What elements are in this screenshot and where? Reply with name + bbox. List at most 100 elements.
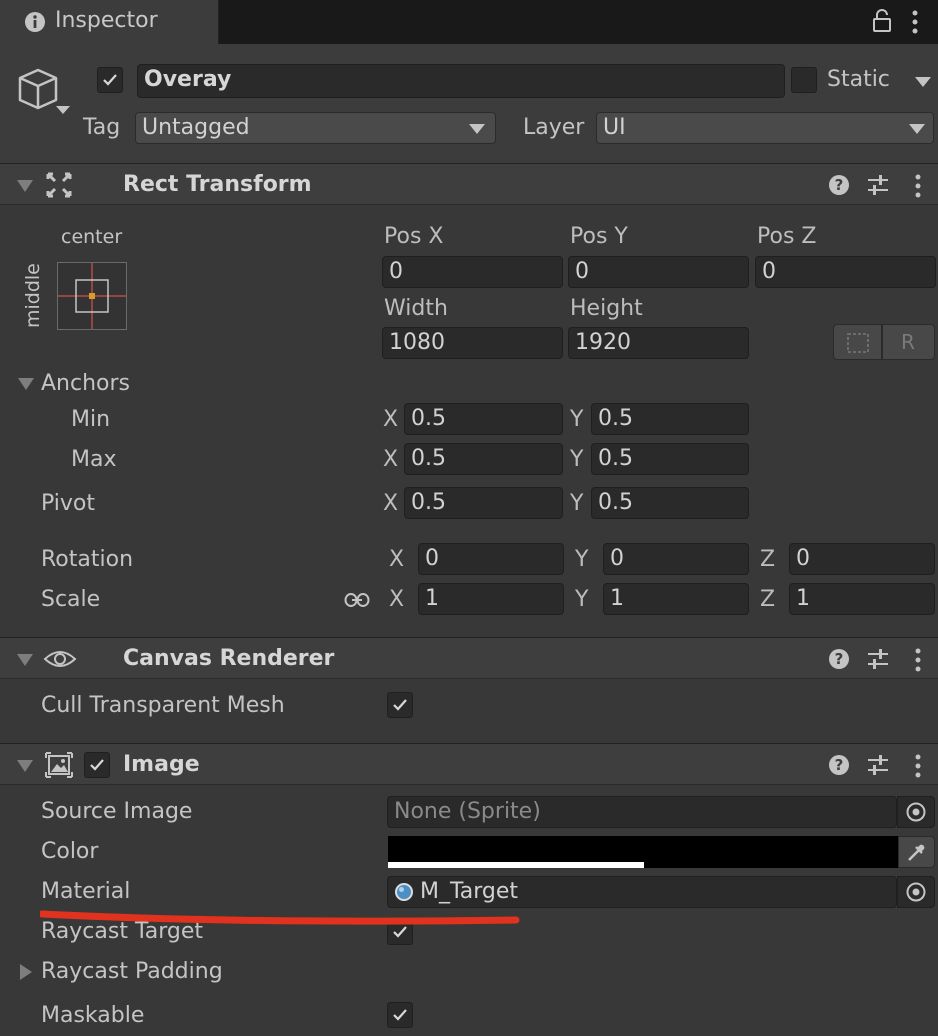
width-input[interactable]: 1080 [382,327,563,359]
material-field[interactable]: M_Target [387,876,897,908]
tab-menu-icon[interactable] [910,9,920,41]
component-menu-icon[interactable] [913,647,923,679]
image-enabled-checkbox[interactable] [84,752,110,778]
material-value: M_Target [420,879,519,904]
svg-text:?: ? [835,650,844,668]
constrain-proportions-link-icon[interactable] [344,590,370,615]
material-label: Material [41,879,131,904]
maskable-checkbox[interactable] [387,1002,413,1028]
image-foldout[interactable] [17,760,33,772]
pos-x-value: 0 [389,259,403,284]
scale-y-axis: Y [575,587,589,612]
static-dropdown-arrow[interactable] [915,77,931,87]
rot-y-value: 0 [610,546,624,571]
height-value: 1920 [575,330,631,355]
info-icon [24,11,46,39]
anchor-preset-button[interactable] [57,262,127,330]
presets-icon[interactable] [867,174,889,202]
anchor-v-label: middle [22,263,44,328]
rotation-label: Rotation [41,547,134,572]
rot-x-input[interactable]: 0 [418,543,564,575]
tab-inspector[interactable]: Inspector [0,0,219,44]
scale-z-value: 1 [796,586,810,611]
object-name-input[interactable]: Overay [137,64,785,98]
gameobject-cube-icon[interactable] [16,66,74,124]
pivot-y-input[interactable]: 0.5 [591,487,749,519]
cull-transparent-mesh-checkbox[interactable] [387,692,413,718]
layer-dropdown[interactable]: UI [596,112,934,144]
max-label: Max [71,447,117,472]
object-picker-icon [906,882,926,902]
pivot-y-value: 0.5 [598,490,633,515]
rect-transform-header[interactable]: Rect Transform ? [0,163,938,205]
source-image-picker-button[interactable] [897,796,935,828]
maskable-label: Maskable [41,1003,145,1028]
rot-z-value: 0 [796,546,810,571]
anchors-label[interactable]: Anchors [41,369,130,399]
pos-z-input[interactable]: 0 [755,256,936,288]
min-x-value: 0.5 [411,406,446,431]
min-x-input[interactable]: 0.5 [404,403,563,435]
scale-z-input[interactable]: 1 [789,583,935,615]
raycast-padding-foldout[interactable] [20,964,32,980]
material-picker-button[interactable] [897,876,935,908]
lock-icon[interactable] [872,9,892,39]
pos-z-value: 0 [762,259,776,284]
blueprint-mode-button[interactable] [833,324,882,360]
max-y-input[interactable]: 0.5 [591,443,749,475]
max-y-value: 0.5 [598,446,633,471]
rot-y-input[interactable]: 0 [603,543,749,575]
layer-dropdown-arrow [909,124,925,134]
rot-x-axis: X [389,547,405,572]
color-eyedropper-button[interactable] [898,836,935,868]
help-icon[interactable]: ? [828,754,850,782]
scale-x-input[interactable]: 1 [418,583,564,615]
svg-text:?: ? [835,176,844,194]
tag-label: Tag [83,115,121,140]
tag-value: Untagged [142,115,250,140]
svg-text:?: ? [835,756,844,774]
pivot-y-axis: Y [570,491,584,516]
anchors-foldout[interactable] [18,378,34,390]
object-name-text: Overay [144,67,232,92]
object-header: Overay Static Tag Untagged Layer UI [0,44,938,164]
presets-icon[interactable] [867,754,889,782]
raycast-padding-label[interactable]: Raycast Padding [41,957,223,987]
scale-y-value: 1 [610,586,624,611]
raw-edit-button[interactable]: R [882,324,935,360]
layer-label: Layer [523,115,585,140]
image-header[interactable]: Image ? [0,743,938,785]
source-image-value: None (Sprite) [394,799,541,824]
width-label: Width [384,296,448,321]
layer-value: UI [603,115,626,140]
static-checkbox[interactable] [791,67,817,93]
image-component-icon [45,752,73,784]
tag-dropdown[interactable]: Untagged [135,112,496,144]
height-label: Height [570,296,643,321]
canvas-renderer-header[interactable]: Canvas Renderer ? [0,637,938,679]
color-label: Color [41,839,99,864]
min-y-input[interactable]: 0.5 [591,403,749,435]
pos-y-input[interactable]: 0 [568,256,749,288]
source-image-field[interactable]: None (Sprite) [387,796,897,828]
rot-z-input[interactable]: 0 [789,543,935,575]
help-icon[interactable]: ? [828,174,850,202]
active-checkbox[interactable] [97,67,123,93]
component-menu-icon[interactable] [913,173,923,205]
rect-transform-foldout[interactable] [17,180,33,192]
presets-icon[interactable] [867,648,889,676]
scale-x-value: 1 [425,586,439,611]
component-menu-icon[interactable] [913,753,923,785]
max-x-axis: X [383,447,399,472]
color-swatch[interactable] [388,836,898,868]
pivot-x-input[interactable]: 0.5 [404,487,563,519]
height-input[interactable]: 1920 [568,327,749,359]
help-icon[interactable]: ? [828,648,850,676]
rect-transform-title: Rect Transform [123,172,312,197]
canvas-renderer-foldout[interactable] [17,654,33,666]
pos-x-input[interactable]: 0 [382,256,563,288]
red-underline-annotation [40,910,520,925]
max-x-input[interactable]: 0.5 [404,443,563,475]
anchor-h-label: center [61,226,123,248]
scale-y-input[interactable]: 1 [603,583,749,615]
